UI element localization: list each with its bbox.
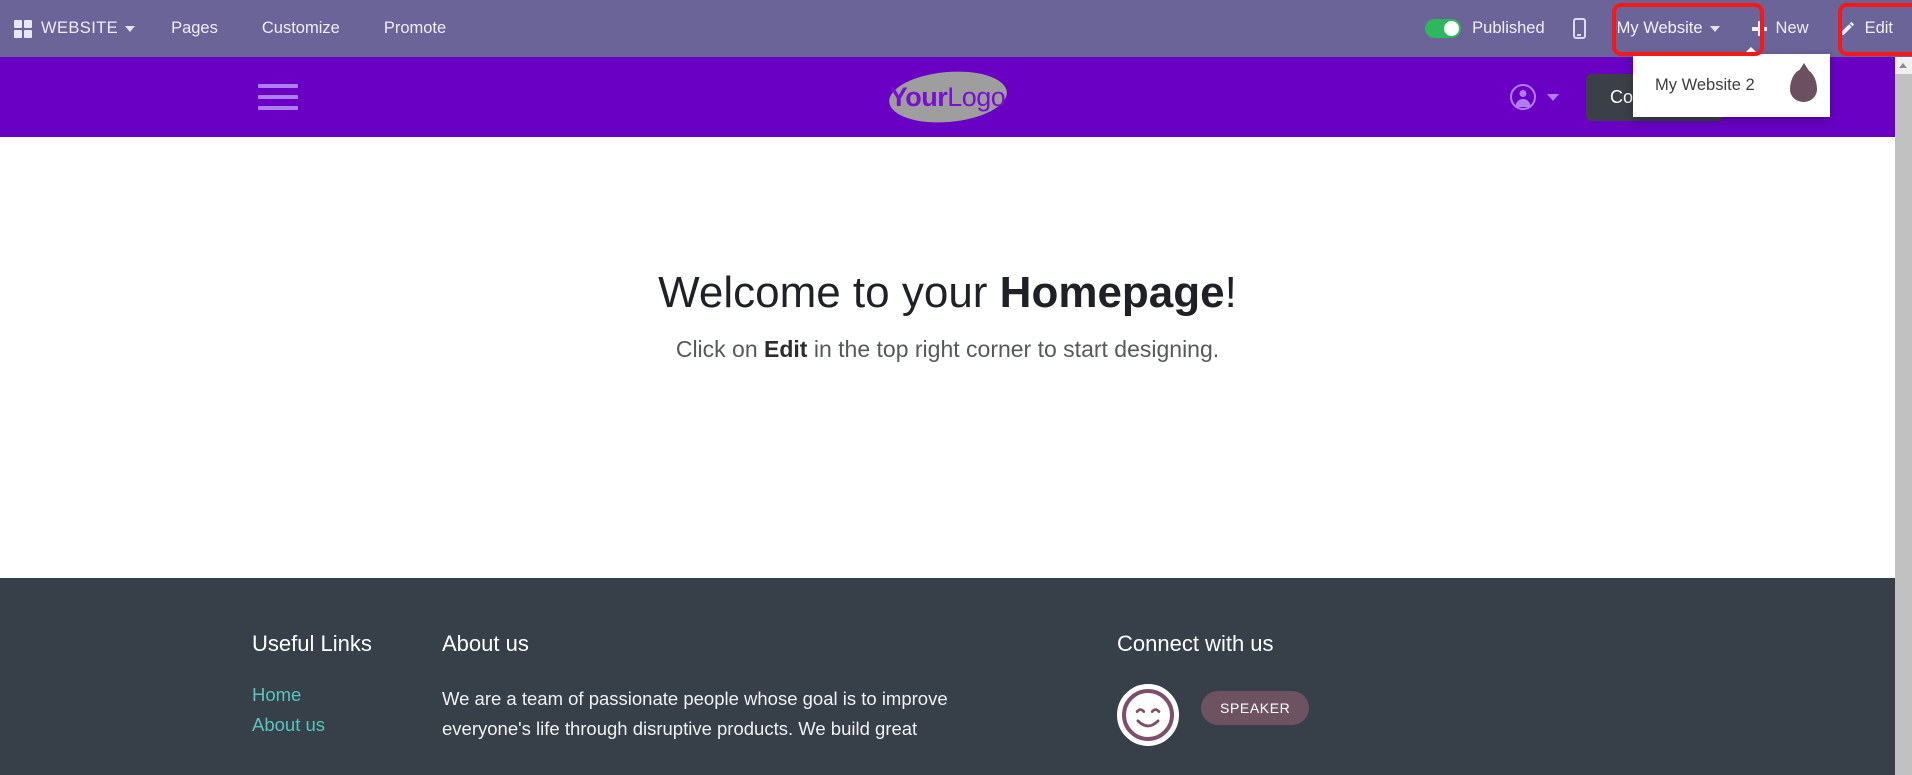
pencil-icon: [1840, 22, 1854, 35]
footer-column-useful-links: Useful Links Home About us: [252, 631, 442, 746]
chevron-up-icon[interactable]: [1895, 57, 1912, 74]
page-subtitle-before: Click on: [675, 336, 765, 362]
page-content: Welcome to your Homepage! Click on Edit …: [0, 137, 1895, 578]
speaker-badge[interactable]: SPEAKER: [1201, 691, 1310, 725]
hamburger-icon[interactable]: [258, 77, 298, 117]
footer-column-connect: Connect with us SPEAKER: [1117, 631, 1310, 746]
chevron-down-icon[interactable]: [1546, 93, 1559, 101]
footer-about-text: We are a team of passionate people whose…: [442, 688, 948, 739]
page-title-plain: Welcome to your: [658, 268, 1000, 317]
chevron-down-icon: [1709, 25, 1720, 32]
footer-connect-row: SPEAKER: [1117, 684, 1310, 746]
page-subtitle: Click on Edit in the top right corner to…: [0, 336, 1895, 363]
mobile-phone-icon: [1572, 18, 1586, 39]
site-selector-dropdown[interactable]: My Website: [1600, 9, 1737, 48]
mobile-preview-button[interactable]: [1559, 0, 1600, 57]
top-bar-left-group: WEBSITE Pages Customize Promote: [0, 0, 468, 57]
new-button-label: New: [1775, 19, 1809, 37]
smiley-face-icon[interactable]: [1117, 684, 1179, 746]
published-label: Published: [1472, 19, 1545, 37]
plus-icon: [1751, 21, 1767, 36]
edit-button-label: Edit: [1864, 19, 1893, 37]
user-account-icon[interactable]: [1509, 84, 1536, 110]
page-scrollbar[interactable]: [1895, 57, 1912, 775]
footer-link-home[interactable]: Home: [252, 684, 442, 706]
dropdown-arrow: [1743, 47, 1759, 55]
publish-switch-icon[interactable]: [1425, 19, 1462, 38]
top-bar-right-group: Published My Website New Edit: [1411, 0, 1912, 57]
menu-item-promote[interactable]: Promote: [362, 0, 468, 57]
site-selector-label: My Website: [1616, 19, 1703, 37]
scrollbar-thumb[interactable]: [1895, 74, 1912, 775]
page-subtitle-after: in the top right corner to start designi…: [807, 336, 1220, 362]
backend-top-bar: WEBSITE Pages Customize Promote Publishe…: [0, 0, 1912, 57]
menu-item-customize[interactable]: Customize: [240, 0, 362, 57]
page-subtitle-bold: Edit: [764, 336, 808, 362]
menu-item-pages[interactable]: Pages: [149, 0, 240, 57]
footer-heading-about: About us: [442, 631, 529, 656]
website-app-label: WEBSITE: [41, 19, 119, 37]
page-title-suffix: !: [1224, 268, 1237, 317]
website-builder-screen: WEBSITE Pages Customize Promote Publishe…: [0, 0, 1912, 775]
page-title-bold: Homepage: [999, 268, 1225, 317]
footer-column-about: About us We are a team of passionate peo…: [442, 631, 1022, 746]
website-header: YourLogo Contact Us: [0, 57, 1895, 137]
site-logo[interactable]: YourLogo: [886, 66, 1009, 128]
site-selector-menu: My Website 2: [1633, 47, 1830, 117]
edit-button[interactable]: Edit: [1824, 9, 1908, 48]
footer-heading-useful-links: Useful Links: [252, 631, 372, 656]
footer-link-about-us[interactable]: About us: [252, 714, 442, 736]
website-app-menu[interactable]: WEBSITE: [0, 0, 149, 57]
logo-text-light: Logo: [947, 81, 1006, 112]
site-menu-item-label: My Website 2: [1655, 76, 1755, 94]
smiley-features: [1135, 708, 1161, 728]
page-title: Welcome to your Homepage!: [0, 268, 1895, 318]
footer-columns: Useful Links Home About us About us We a…: [0, 578, 1895, 746]
site-menu-item-my-website-2[interactable]: My Website 2: [1633, 63, 1830, 108]
footer-heading-connect: Connect with us: [1117, 631, 1274, 656]
logo-text-bold: Your: [889, 81, 948, 112]
chevron-down-icon: [125, 25, 136, 32]
published-toggle[interactable]: Published: [1411, 19, 1558, 38]
website-footer: Useful Links Home About us About us We a…: [0, 578, 1895, 775]
grid-icon: [14, 19, 32, 38]
logo-text: YourLogo: [890, 82, 1006, 113]
droplet-icon: [1790, 69, 1817, 102]
